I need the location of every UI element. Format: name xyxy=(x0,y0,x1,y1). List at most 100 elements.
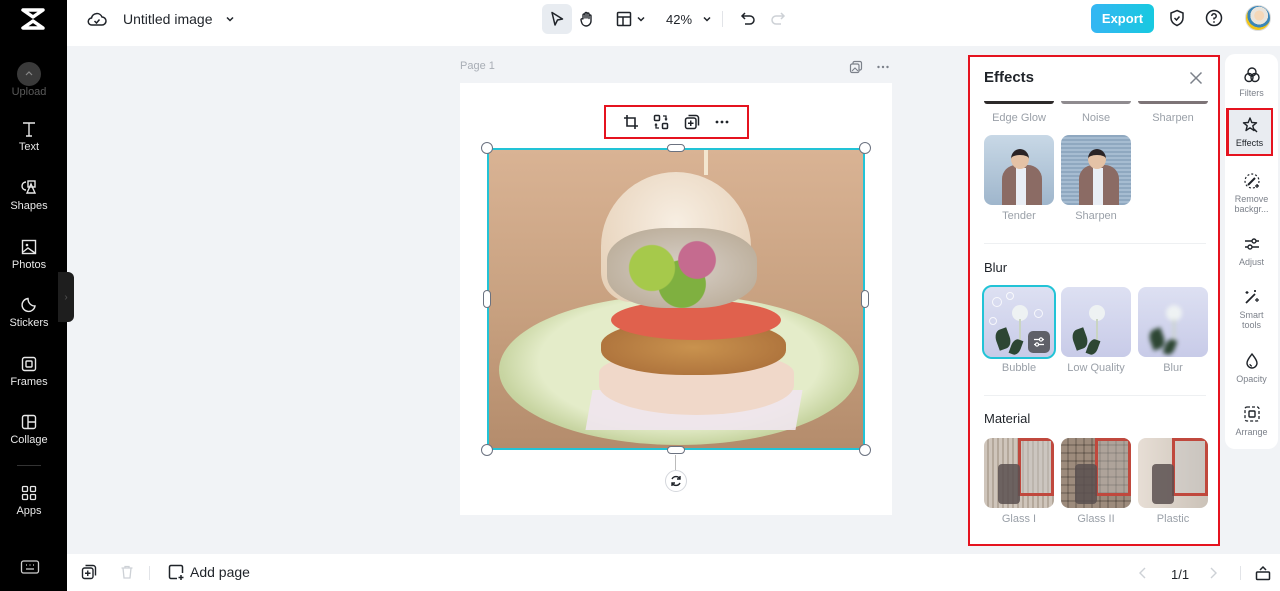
capcut-logo-icon[interactable] xyxy=(15,6,51,32)
thumb-figure xyxy=(1011,149,1029,169)
effect-tile-tender[interactable]: Tender xyxy=(984,135,1054,222)
effects-panel: Edge Glow Noise Sharpen Tender Sharpen B… xyxy=(968,55,1220,546)
effects-panel-header: Effects xyxy=(970,57,1218,101)
bottom-divider xyxy=(149,566,150,580)
sidebar-item-shapes[interactable]: Shapes xyxy=(0,179,58,212)
rail-item-label: Adjust xyxy=(1238,257,1264,267)
sidebar-item-stickers[interactable]: Stickers xyxy=(0,296,58,329)
rail-item-filters[interactable]: Filters xyxy=(1225,66,1278,98)
effect-thumb xyxy=(984,135,1054,205)
effect-tile-glass-ii[interactable]: Glass II xyxy=(1061,438,1131,525)
rail-item-label: Arrange xyxy=(1235,427,1268,437)
page-duplicate-icon[interactable] xyxy=(849,60,863,74)
effect-thumb-noise[interactable] xyxy=(1061,101,1131,104)
rail-item-remove-background[interactable]: Remove backgr... xyxy=(1225,172,1278,214)
collapse-sidebar-toggle[interactable]: › xyxy=(58,272,74,322)
chevron-down-icon[interactable] xyxy=(225,14,235,24)
adjust-sliders-icon xyxy=(1244,238,1259,250)
effect-label: Bubble xyxy=(1001,362,1037,374)
effect-thumb-sharpen-top[interactable] xyxy=(1138,101,1208,104)
resize-handle-bottom-right[interactable] xyxy=(859,444,871,456)
rail-item-effects[interactable]: Effects xyxy=(1226,108,1273,156)
more-options-icon[interactable] xyxy=(713,113,731,131)
sidebar-item-frames[interactable]: Frames xyxy=(0,355,58,388)
effect-label-sharpen[interactable]: Sharpen xyxy=(1138,112,1208,124)
select-tool-button[interactable] xyxy=(542,4,572,34)
previous-page-icon[interactable] xyxy=(1135,565,1151,581)
crop-icon[interactable] xyxy=(622,113,640,131)
effect-label: Sharpen xyxy=(1075,210,1117,222)
close-icon[interactable] xyxy=(1188,70,1204,86)
rail-item-smart-tools[interactable]: Smart tools xyxy=(1225,288,1278,330)
rail-item-adjust[interactable]: Adjust xyxy=(1225,235,1278,267)
effect-tile-sharpen[interactable]: Sharpen xyxy=(1061,135,1131,222)
effect-thumb-edge-glow[interactable] xyxy=(984,101,1054,104)
add-page-icon xyxy=(168,564,184,580)
effect-tile-low-quality[interactable]: Low Quality xyxy=(1061,287,1131,374)
keyboard-shortcuts-icon[interactable] xyxy=(20,559,40,575)
rotate-connector xyxy=(675,455,676,470)
hand-icon xyxy=(580,11,592,27)
sidebar-item-photos[interactable]: Photos xyxy=(0,238,58,271)
rail-item-label: Remove backgr... xyxy=(1234,194,1269,214)
user-avatar[interactable] xyxy=(1245,5,1271,31)
rotate-handle[interactable] xyxy=(665,470,687,492)
rail-item-label: Filters xyxy=(1239,88,1264,98)
resize-handle-right[interactable] xyxy=(861,290,869,308)
add-page-button[interactable]: Add page xyxy=(167,563,250,581)
sidebar-item-upload[interactable]: Upload xyxy=(0,62,58,98)
effect-label-edge-glow[interactable]: Edge Glow xyxy=(984,112,1054,124)
bottom-divider xyxy=(1240,566,1241,580)
rotate-icon xyxy=(671,475,681,487)
sidebar-item-text[interactable]: Text xyxy=(0,120,58,153)
resize-handle-top[interactable] xyxy=(667,144,685,152)
effect-tile-blur[interactable]: Blur xyxy=(1138,287,1208,374)
canvas-tools: 42% xyxy=(542,4,793,34)
shield-check-icon[interactable] xyxy=(1167,8,1187,28)
effect-tile-bubble[interactable]: Bubble xyxy=(982,285,1056,374)
left-sidebar: Upload Text Shapes Photos Stickers Frame… xyxy=(0,0,67,591)
stickers-icon xyxy=(21,297,36,313)
rail-item-arrange[interactable]: Arrange xyxy=(1225,405,1278,437)
replace-image-icon[interactable] xyxy=(652,113,670,131)
next-page-icon[interactable] xyxy=(1205,565,1221,581)
selected-image[interactable] xyxy=(487,148,865,450)
add-page-label: Add page xyxy=(190,564,250,580)
resize-handle-top-right[interactable] xyxy=(859,142,871,154)
frames-icon xyxy=(21,356,37,372)
rail-item-label: Smart tools xyxy=(1239,310,1264,330)
hand-tool-button[interactable] xyxy=(572,4,602,34)
effect-tile-plastic[interactable]: Plastic xyxy=(1138,438,1208,525)
apps-icon xyxy=(21,485,37,501)
export-button[interactable]: Export xyxy=(1091,4,1154,33)
thumb-bubble xyxy=(992,297,1002,307)
help-icon[interactable] xyxy=(1204,8,1224,28)
effect-label: Glass II xyxy=(1077,513,1115,525)
duplicate-icon[interactable] xyxy=(683,113,701,131)
effect-label-noise[interactable]: Noise xyxy=(1061,112,1131,124)
layout-dropdown-button[interactable] xyxy=(608,4,652,34)
thumb-vase xyxy=(1152,464,1174,504)
resize-handle-top-left[interactable] xyxy=(481,142,493,154)
duplicate-page-icon[interactable] xyxy=(81,564,97,580)
zoom-level[interactable]: 42% xyxy=(666,12,692,27)
delete-page-icon[interactable] xyxy=(119,564,135,580)
rail-item-opacity[interactable]: Opacity xyxy=(1225,352,1278,384)
sidebar-item-apps[interactable]: Apps xyxy=(0,484,58,517)
zoom-dropdown-chevron-icon[interactable] xyxy=(702,14,712,24)
page-more-options-icon[interactable] xyxy=(876,60,890,74)
expand-pages-icon[interactable] xyxy=(1255,565,1271,581)
effect-tile-glass-i[interactable]: Glass I xyxy=(984,438,1054,525)
cloud-saved-icon xyxy=(87,12,107,26)
adjust-effect-button[interactable] xyxy=(1028,331,1050,353)
redo-button[interactable] xyxy=(763,4,793,34)
resize-handle-bottom-left[interactable] xyxy=(481,444,493,456)
resize-handle-left[interactable] xyxy=(483,290,491,308)
sidebar-item-collage[interactable]: Collage xyxy=(0,413,58,446)
sidebar-item-label: Text xyxy=(18,141,40,153)
thumb-vase xyxy=(1075,464,1097,504)
document-title[interactable]: Untitled image xyxy=(123,11,213,27)
undo-button[interactable] xyxy=(733,4,763,34)
layout-icon xyxy=(616,11,631,27)
resize-handle-bottom[interactable] xyxy=(667,446,685,454)
